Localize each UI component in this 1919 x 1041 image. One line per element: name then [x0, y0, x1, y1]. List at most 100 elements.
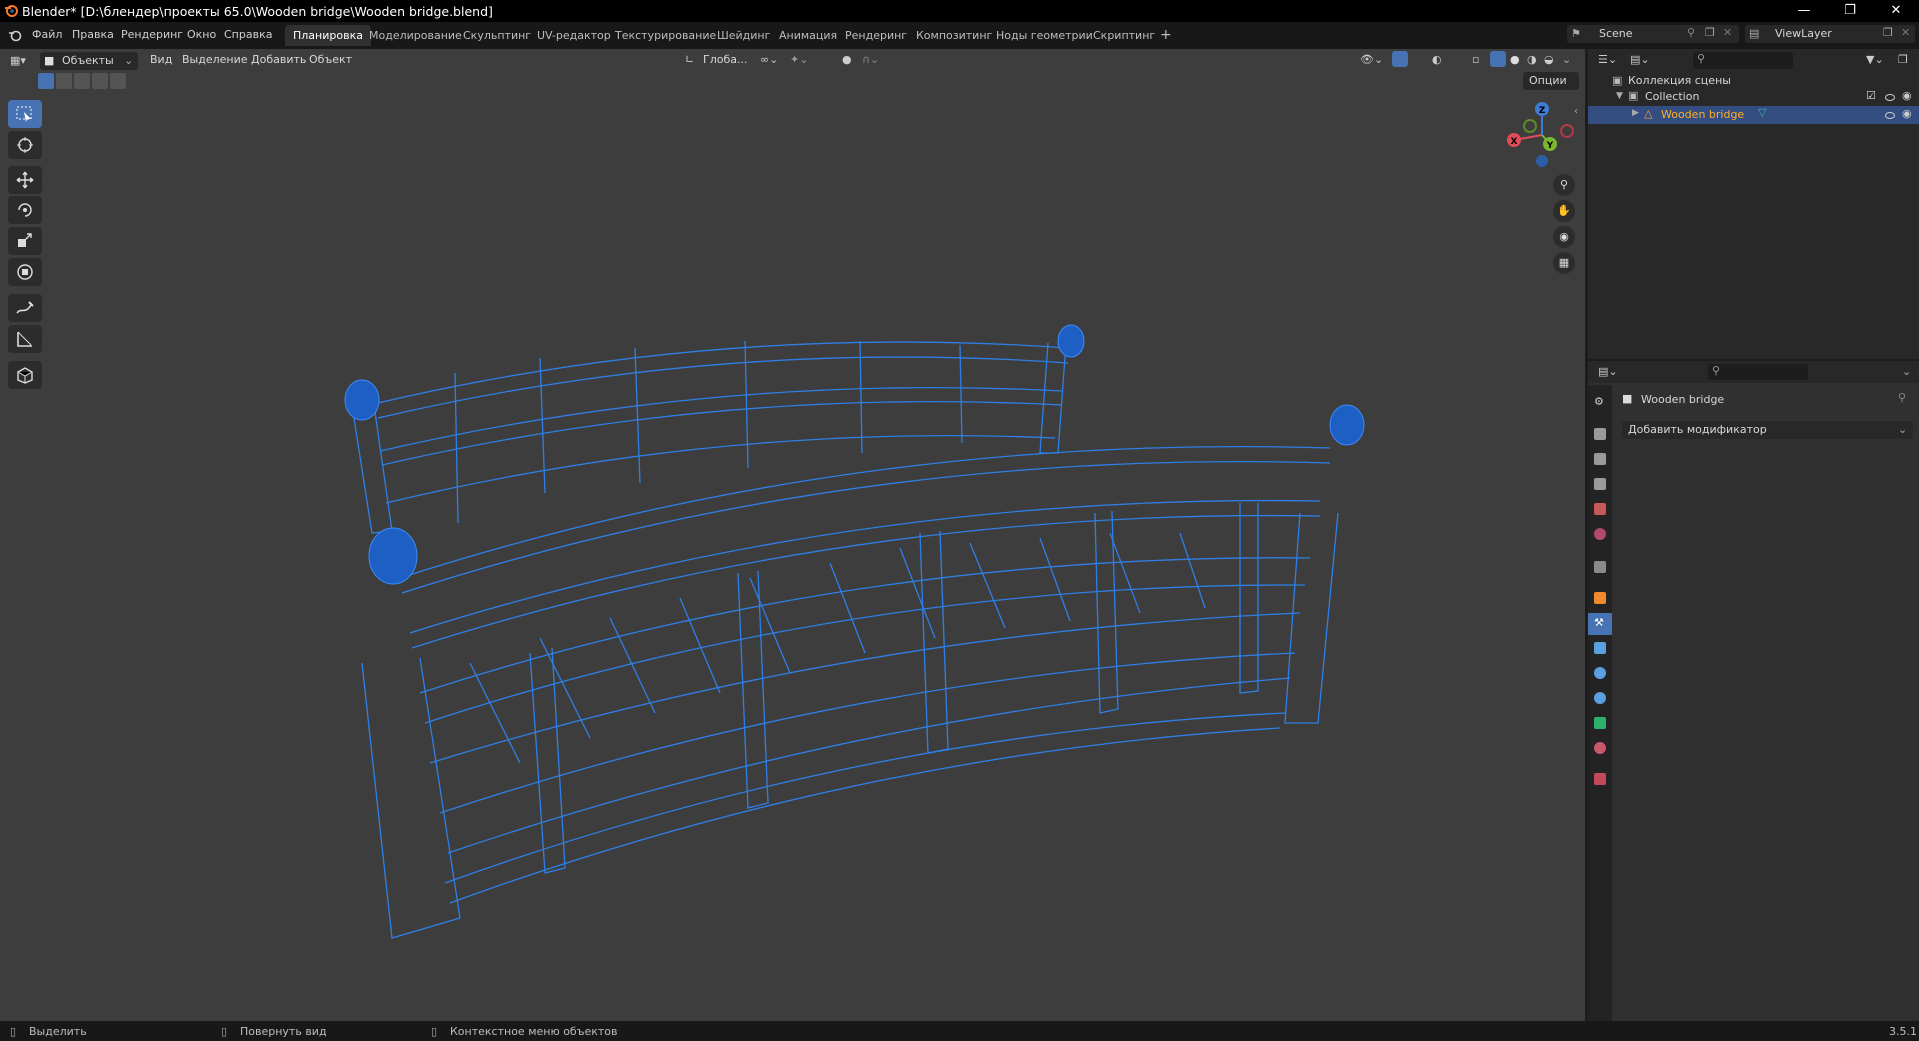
texture-tab-icon[interactable]: [1594, 773, 1606, 785]
tab-layout[interactable]: Планировка: [285, 25, 371, 46]
xray-icon[interactable]: ▫: [1472, 53, 1479, 66]
wooden-bridge-wireframe[interactable]: [0, 73, 1585, 1021]
top-bar: Файл Правка Рендеринг Окно Справка Плани…: [0, 22, 1919, 49]
output-tab-icon[interactable]: [1594, 453, 1606, 465]
proportional-edit-icon[interactable]: ●: [842, 53, 852, 66]
mode-selector[interactable]: ■ Объекты ⌄: [40, 52, 138, 70]
material-tab-icon[interactable]: [1594, 742, 1606, 754]
view-layer-tab-icon[interactable]: [1594, 478, 1606, 490]
camera-view-icon[interactable]: ◉: [1553, 226, 1575, 248]
tab-modeling[interactable]: Моделирование: [361, 25, 470, 46]
scene-tab-icon[interactable]: [1594, 503, 1606, 515]
tab-sculpting[interactable]: Скульптинг: [455, 25, 539, 46]
mesh-data-tab-icon[interactable]: [1594, 717, 1606, 729]
minimize-icon[interactable]: —: [1781, 0, 1827, 22]
tab-uv-editing[interactable]: UV-редактор: [529, 25, 619, 46]
search-icon: ⚲: [1712, 364, 1721, 377]
rendered-shading-icon[interactable]: ◒: [1544, 53, 1554, 66]
blender-menu-icon[interactable]: [8, 28, 22, 42]
overlay-icon[interactable]: ◐: [1432, 53, 1442, 66]
viewlayer-name: ViewLayer: [1775, 27, 1832, 40]
shading-options-icon[interactable]: ⌄: [1562, 53, 1571, 66]
add-modifier-dropdown[interactable]: Добавить модификатор ⌄: [1622, 421, 1913, 439]
collection-tab-icon[interactable]: [1594, 561, 1606, 573]
gizmo-y-label: Y: [1546, 141, 1554, 151]
chevron-left-icon[interactable]: ‹: [1574, 106, 1578, 117]
menu-help[interactable]: Справка: [224, 28, 272, 41]
physics-tab-icon[interactable]: [1594, 667, 1606, 679]
add-workspace-button[interactable]: +: [1152, 25, 1180, 46]
exclude-checkbox-icon[interactable]: ☑: [1866, 89, 1876, 102]
tool-tab-icon[interactable]: ⚙: [1594, 395, 1606, 408]
menu-object[interactable]: Объект: [309, 53, 352, 66]
tab-texture-paint[interactable]: Текстурирование: [607, 25, 724, 46]
new-scene-icon[interactable]: ❐: [1705, 26, 1715, 39]
falloff-icon[interactable]: ∩⌄: [862, 53, 879, 66]
tab-rendering[interactable]: Рендеринг: [837, 25, 915, 46]
add-modifier-label: Добавить модификатор: [1628, 423, 1767, 436]
expand-arrow-icon[interactable]: ▼: [1616, 91, 1623, 101]
properties-type-icon[interactable]: ▤⌄: [1598, 365, 1618, 378]
solid-shading-icon[interactable]: ●: [1510, 53, 1520, 66]
mesh-data-icon[interactable]: ▽: [1758, 106, 1766, 119]
world-tab-icon[interactable]: [1594, 528, 1606, 540]
viewlayer-selector[interactable]: ▤ ViewLayer ❐ ✕: [1745, 25, 1915, 43]
chevron-down-icon[interactable]: ⌄: [1902, 365, 1911, 378]
gizmo-toggle-icon[interactable]: [1392, 51, 1408, 67]
orientation-selector[interactable]: Глоба...: [703, 53, 747, 66]
menu-render[interactable]: Рендеринг: [121, 28, 183, 41]
new-collection-icon[interactable]: ❐: [1898, 53, 1908, 66]
menu-select[interactable]: Выделение: [182, 53, 248, 66]
menu-add[interactable]: Добавить: [251, 53, 306, 66]
outliner-object[interactable]: Wooden bridge: [1661, 108, 1744, 121]
mode-label: Объекты: [62, 54, 114, 67]
outliner-panel: ☰⌄ ▤⌄ ⚲ ▼⌄ ❐ ▣ Коллекция сцены ▼ ▣ Colle…: [1588, 49, 1919, 359]
zoom-icon[interactable]: ⚲: [1553, 174, 1575, 196]
new-viewlayer-icon[interactable]: ❐: [1883, 26, 1893, 39]
navigation-gizmo[interactable]: X Y Z: [1500, 98, 1580, 173]
tab-geometry-nodes[interactable]: Ноды геометрии: [988, 25, 1101, 46]
material-shading-icon[interactable]: ◑: [1527, 53, 1537, 66]
delete-scene-icon[interactable]: ✕: [1723, 26, 1732, 39]
properties-header: ▤⌄ ⚲ ⌄: [1588, 361, 1919, 383]
outliner-scene-collection[interactable]: Коллекция сцены: [1628, 74, 1731, 87]
close-icon[interactable]: ✕: [1873, 0, 1919, 22]
pin-icon[interactable]: ⚲: [1687, 26, 1695, 39]
editor-type-icon[interactable]: ▦▾: [10, 54, 26, 67]
transform-orientation-icon: ∟: [685, 53, 695, 66]
object-mode-icon: ■: [44, 54, 55, 67]
delete-viewlayer-icon[interactable]: ✕: [1901, 26, 1910, 39]
expand-arrow-icon[interactable]: ▶: [1632, 108, 1639, 118]
eye-icon[interactable]: [1885, 112, 1895, 119]
render-camera-icon[interactable]: ◉: [1902, 107, 1912, 120]
tab-compositing[interactable]: Композитинг: [908, 25, 1000, 46]
properties-search-input[interactable]: ⚲: [1708, 364, 1808, 380]
blender-version: 3.5.1: [1889, 1025, 1917, 1038]
render-camera-icon[interactable]: ◉: [1902, 89, 1912, 102]
visibility-icon[interactable]: 👁⌄: [1360, 53, 1383, 66]
outliner-search-input[interactable]: ⚲: [1693, 52, 1793, 69]
wireframe-shading-icon[interactable]: [1490, 51, 1506, 67]
eye-icon[interactable]: [1885, 94, 1895, 101]
menu-edit[interactable]: Правка: [72, 28, 114, 41]
menu-file[interactable]: Файл: [32, 28, 62, 41]
pan-hand-icon[interactable]: ✋: [1553, 200, 1575, 222]
filter-icon[interactable]: ▼⌄: [1866, 53, 1884, 66]
object-tab-icon[interactable]: [1594, 592, 1606, 604]
particles-tab-icon[interactable]: [1594, 642, 1606, 654]
render-tab-icon[interactable]: [1594, 428, 1606, 440]
display-mode-icon[interactable]: ▤⌄: [1630, 53, 1650, 66]
menu-window[interactable]: Окно: [187, 28, 216, 41]
tab-shading[interactable]: Шейдинг: [709, 25, 778, 46]
outliner-collection[interactable]: Collection: [1645, 90, 1699, 103]
ortho-grid-icon[interactable]: ▦: [1553, 252, 1575, 274]
snap-icon[interactable]: ✦⌄: [790, 53, 808, 66]
tab-animation[interactable]: Анимация: [771, 25, 845, 46]
pivot-icon[interactable]: ∞⌄: [760, 53, 778, 66]
menu-view[interactable]: Вид: [150, 53, 172, 66]
restore-icon[interactable]: ❐: [1827, 0, 1873, 22]
outliner-type-icon[interactable]: ☰⌄: [1598, 53, 1617, 66]
scene-selector[interactable]: ⚑ Scene ⚲ ❐ ✕: [1567, 25, 1739, 43]
pin-icon[interactable]: ⚲: [1898, 391, 1906, 404]
constraints-tab-icon[interactable]: [1594, 692, 1606, 704]
